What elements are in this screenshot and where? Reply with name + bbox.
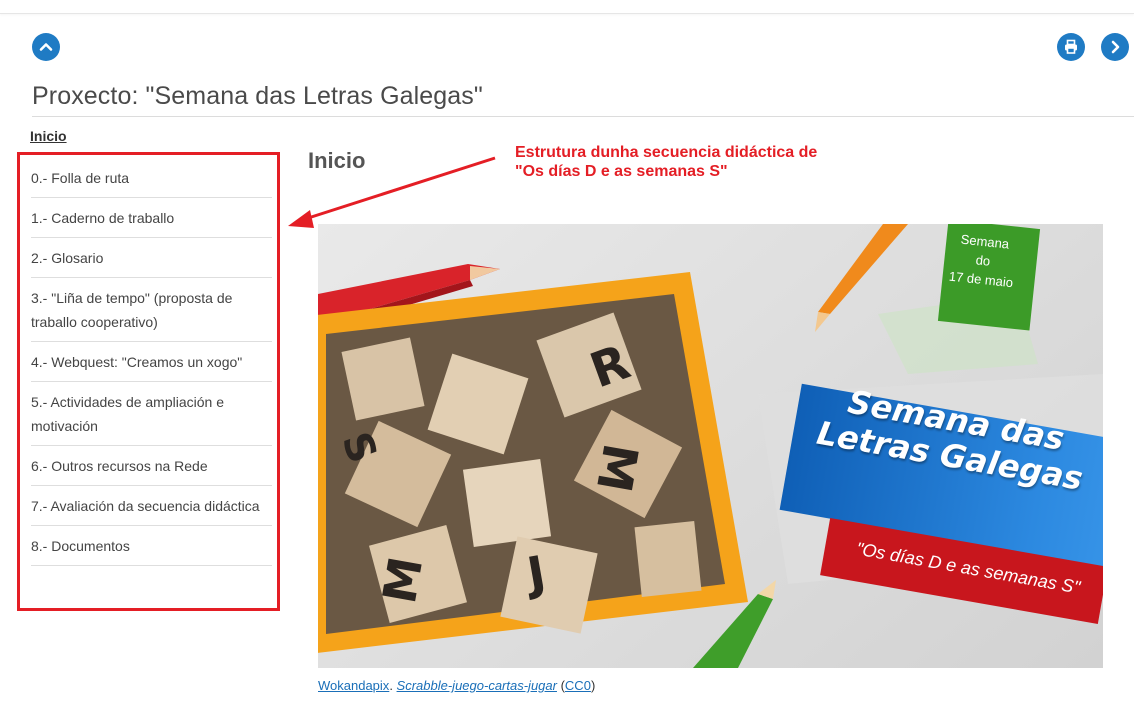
toc-item-actividades[interactable]: 5.- Actividades de ampliación e motivaci… xyxy=(31,382,272,446)
page-title: Proxecto: "Semana das Letras Galegas" xyxy=(32,82,483,110)
date-badge-text: Semana do 17 de maio xyxy=(925,226,1040,294)
toc-item-folla-de-ruta[interactable]: 0.- Folla de ruta xyxy=(31,158,272,198)
toc-item-linha-de-tempo[interactable]: 3.- "Liña de tempo" (proposta de traball… xyxy=(31,278,272,342)
credit-close-paren: ) xyxy=(590,678,596,693)
toc-item-avaliacion[interactable]: 7.- Avaliación da secuencia didáctica xyxy=(31,486,272,526)
hero-image: R M J M S Semana do 17 de maio Semana da… xyxy=(318,224,1103,668)
credit-separator: . xyxy=(389,678,397,693)
credit-open-paren: ( xyxy=(556,678,565,693)
chevron-up-icon xyxy=(39,43,53,51)
svg-text:M: M xyxy=(372,553,433,607)
chevron-right-icon xyxy=(1111,40,1120,54)
annotation-callout: Estrutura dunha secuencia didáctica de "… xyxy=(515,143,935,181)
toc-item-outros-recursos[interactable]: 6.- Outros recursos na Rede xyxy=(31,446,272,486)
top-bar xyxy=(0,0,1134,14)
sidebar-toc: 0.- Folla de ruta 1.- Caderno de traball… xyxy=(17,152,280,611)
toc-item-caderno[interactable]: 1.- Caderno de traballo xyxy=(31,198,272,238)
credit-author-link[interactable]: Wokandapix xyxy=(318,678,389,693)
image-credit: Wokandapix. Scrabble-juego-cartas-jugar … xyxy=(318,678,595,693)
svg-text:M: M xyxy=(585,439,648,496)
annotation-line-2: "Os días D e as semanas S" xyxy=(515,163,728,180)
section-title: Inicio xyxy=(308,148,366,173)
toc-item-documentos[interactable]: 8.- Documentos xyxy=(31,526,272,566)
title-divider xyxy=(32,116,1134,117)
print-icon xyxy=(1065,39,1077,54)
toc-list: 0.- Folla de ruta 1.- Caderno de traball… xyxy=(31,158,272,566)
credit-work-link[interactable]: Scrabble-juego-cartas-jugar xyxy=(397,678,557,693)
annotation-line-1: Estrutura dunha secuencia didáctica de xyxy=(515,144,818,161)
toc-item-webquest[interactable]: 4.- Webquest: "Creamos un xogo" xyxy=(31,342,272,382)
print-button[interactable] xyxy=(1057,33,1085,61)
up-button[interactable] xyxy=(32,33,60,61)
toc-item-glosario[interactable]: 2.- Glosario xyxy=(31,238,272,278)
credit-license-link[interactable]: CC0 xyxy=(565,678,591,693)
next-button[interactable] xyxy=(1101,33,1129,61)
sidebar-home-link[interactable]: Inicio xyxy=(30,128,67,144)
